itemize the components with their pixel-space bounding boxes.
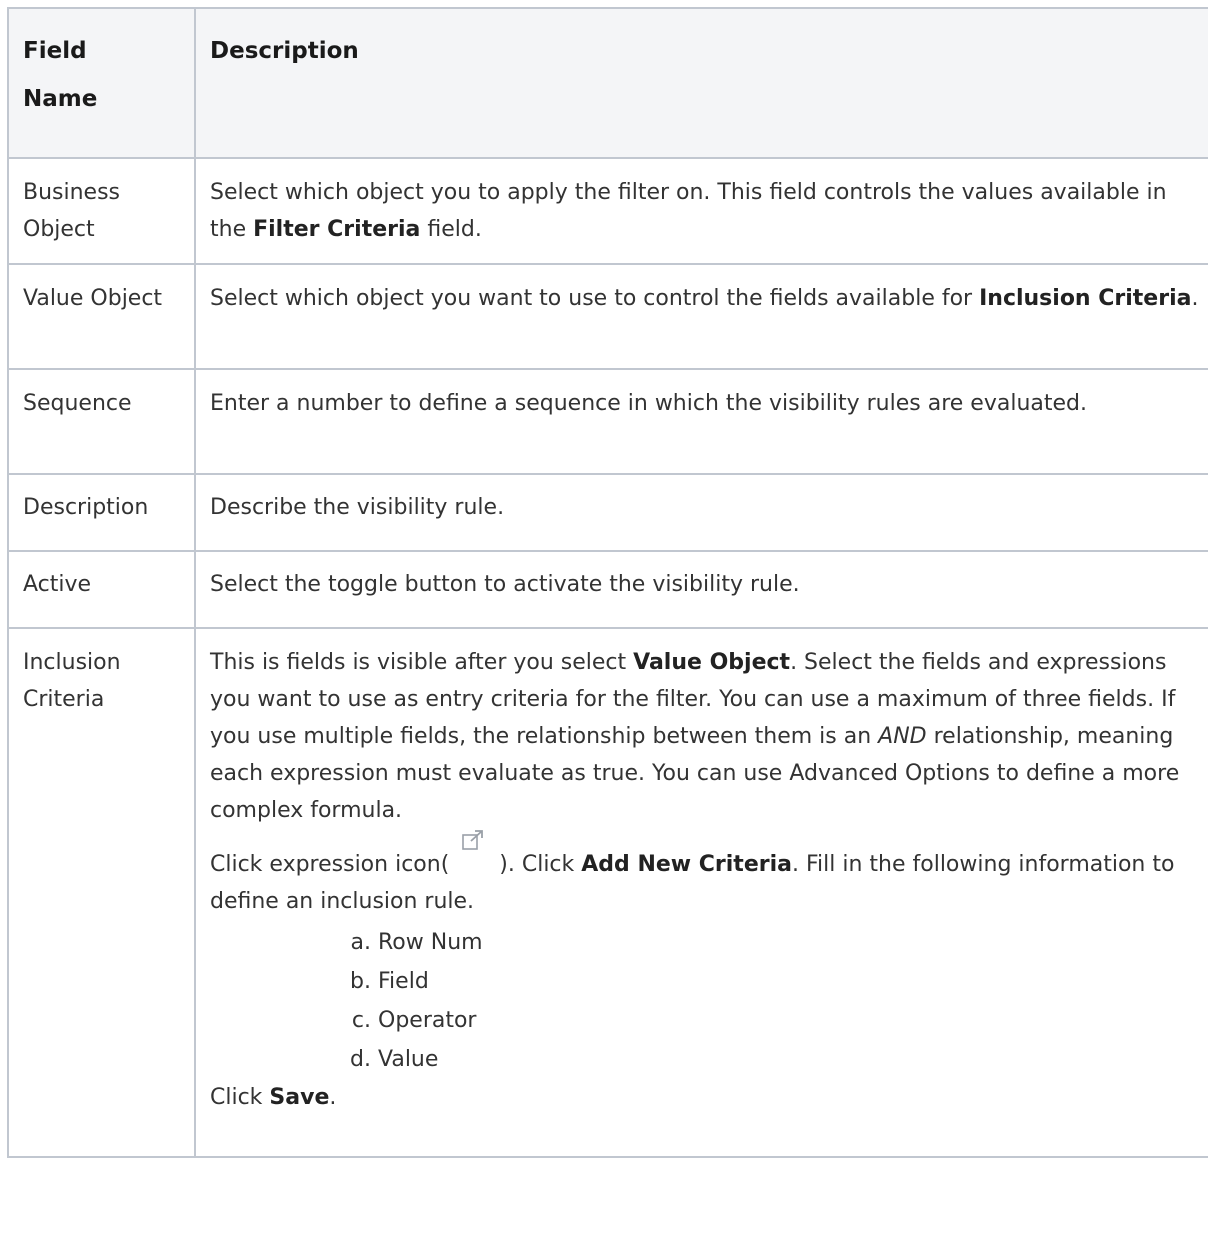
steps-list: a. Row Num b. Field c. Operator d. Value xyxy=(210,923,1203,1079)
description-text: Click expression icon( xyxy=(210,852,450,877)
external-link-icon xyxy=(449,830,499,873)
table-row: Description Describe the visibility rule… xyxy=(7,473,1208,552)
description-text: field. xyxy=(420,217,482,242)
header-description: Description xyxy=(194,7,1208,159)
bold-term: Add New Criteria xyxy=(581,852,792,877)
field-name-cell: Sequence xyxy=(7,368,196,475)
description-text: Click xyxy=(210,1085,270,1110)
field-name-cell: Description xyxy=(7,473,196,552)
list-marker: d. xyxy=(350,1047,371,1072)
list-marker: c. xyxy=(351,1008,371,1033)
header-row: Field Name Description xyxy=(7,7,1208,159)
final-instruction: Click Save. xyxy=(210,1079,1203,1116)
bold-term: Save xyxy=(269,1085,330,1110)
list-marker: b. xyxy=(350,969,371,994)
list-marker: a. xyxy=(350,930,371,955)
field-name-cell: Business Object xyxy=(7,157,196,265)
list-item: c. Operator xyxy=(345,1001,1203,1040)
bold-term: Value Object xyxy=(633,650,791,675)
list-item: b. Field xyxy=(345,962,1203,1001)
description-text: ). Click xyxy=(499,852,582,877)
description-cell: Select which object you want to use to c… xyxy=(194,263,1208,370)
field-name-cell: Inclusion Criteria xyxy=(7,627,196,1158)
list-item-text: Field xyxy=(378,969,429,994)
bold-term: Inclusion Criteria xyxy=(979,286,1192,311)
table-row: Inclusion Criteria This is fields is vis… xyxy=(7,627,1208,1158)
instruction-paragraph: Click expression icon( ). Click Add New C… xyxy=(210,830,1203,920)
description-cell: Select the toggle button to activate the… xyxy=(194,550,1208,629)
italic-term: AND xyxy=(878,724,927,749)
description-text: . xyxy=(329,1085,337,1110)
list-item-text: Value xyxy=(378,1047,439,1072)
description-cell: Describe the visibility rule. xyxy=(194,473,1208,552)
description-cell: Select which object you to apply the fil… xyxy=(194,157,1208,265)
list-item: a. Row Num xyxy=(345,923,1203,962)
list-item-text: Row Num xyxy=(378,930,483,955)
description-cell: This is fields is visible after you sele… xyxy=(194,627,1208,1158)
bold-term: Filter Criteria xyxy=(253,217,421,242)
description-text: This is fields is visible after you sele… xyxy=(210,650,634,675)
field-description-table: Field Name Description Business Object S… xyxy=(7,7,1208,1158)
inclusion-paragraph: This is fields is visible after you sele… xyxy=(210,644,1203,829)
list-item-text: Operator xyxy=(378,1008,477,1033)
description-text: Select which object you want to use to c… xyxy=(210,286,980,311)
table-row: Business Object Select which object you … xyxy=(7,157,1208,265)
description-cell: Enter a number to define a sequence in w… xyxy=(194,368,1208,475)
field-name-cell: Value Object xyxy=(7,263,196,370)
table-row: Active Select the toggle button to activ… xyxy=(7,550,1208,629)
table-row: Sequence Enter a number to define a sequ… xyxy=(7,368,1208,475)
table-row: Value Object Select which object you wan… xyxy=(7,263,1208,370)
field-name-cell: Active xyxy=(7,550,196,629)
header-field-name: Field Name xyxy=(7,7,196,159)
list-item: d. Value xyxy=(345,1040,1203,1079)
description-text: . xyxy=(1191,286,1199,311)
